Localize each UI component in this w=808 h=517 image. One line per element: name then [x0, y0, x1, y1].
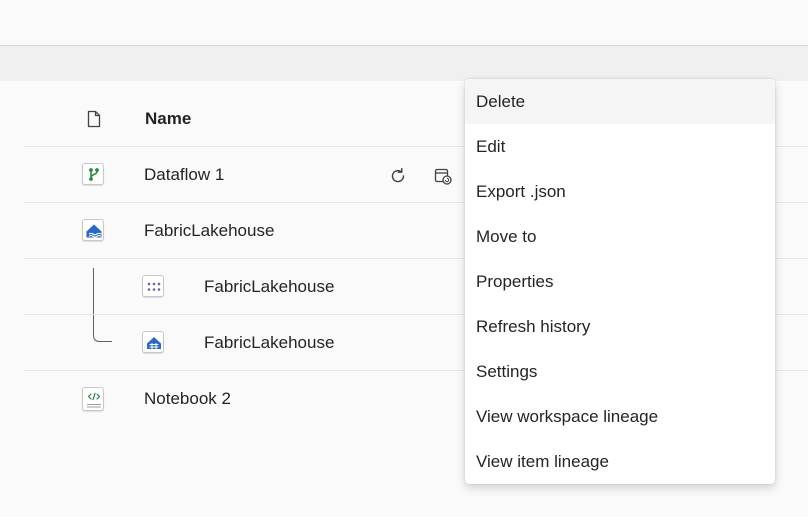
- semantic-model-icon: [142, 275, 164, 297]
- menu-item-properties[interactable]: Properties: [465, 259, 775, 304]
- item-name[interactable]: FabricLakehouse: [144, 221, 274, 241]
- context-menu: Delete Edit Export .json Move to Propert…: [465, 79, 775, 484]
- menu-item-delete[interactable]: Delete: [465, 79, 775, 124]
- menu-item-move-to[interactable]: Move to: [465, 214, 775, 259]
- dataflow-icon: [82, 163, 104, 185]
- toolbar-strip: [0, 46, 808, 81]
- file-type-icon: [87, 110, 101, 128]
- menu-item-view-workspace-lineage[interactable]: View workspace lineage: [465, 394, 775, 439]
- sql-endpoint-icon: [142, 331, 164, 353]
- menu-item-edit[interactable]: Edit: [465, 124, 775, 169]
- refresh-icon[interactable]: [388, 166, 408, 186]
- name-column-header[interactable]: Name: [145, 109, 191, 129]
- item-name[interactable]: FabricLakehouse: [204, 277, 334, 297]
- menu-item-refresh-history[interactable]: Refresh history: [465, 304, 775, 349]
- item-name[interactable]: FabricLakehouse: [204, 333, 334, 353]
- top-bar: [0, 0, 808, 46]
- item-name[interactable]: Notebook 2: [144, 389, 231, 409]
- schedule-refresh-icon[interactable]: [433, 166, 453, 186]
- menu-item-view-item-lineage[interactable]: View item lineage: [465, 439, 775, 484]
- lakehouse-icon: [82, 219, 104, 241]
- item-name[interactable]: Dataflow 1: [144, 165, 224, 185]
- menu-item-export-json[interactable]: Export .json: [465, 169, 775, 214]
- menu-item-settings[interactable]: Settings: [465, 349, 775, 394]
- notebook-icon: [82, 387, 104, 411]
